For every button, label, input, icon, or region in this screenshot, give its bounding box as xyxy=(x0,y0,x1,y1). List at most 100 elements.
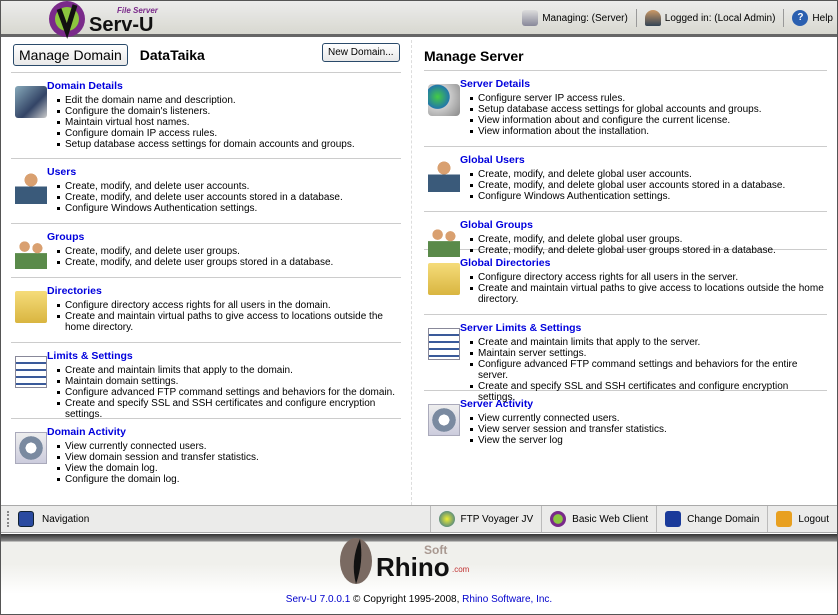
section-title-link[interactable]: Limits & Settings xyxy=(47,350,401,362)
list-item: Create, modify, and delete user accounts… xyxy=(57,181,401,192)
list-item: Configure Windows Authentication setting… xyxy=(470,191,827,202)
serv-u-icon xyxy=(550,511,567,527)
section-title-link[interactable]: Server Details xyxy=(460,78,827,90)
activity-gear-icon[interactable] xyxy=(15,432,47,464)
ftp-voyager-button[interactable]: FTP Voyager JV xyxy=(429,506,542,532)
section-global-users: Global Users Create, modify, and delete … xyxy=(424,146,827,211)
list-item: Create, modify, and delete global user a… xyxy=(470,169,827,180)
company-link[interactable]: Rhino Software, Inc. xyxy=(462,594,552,605)
section-title-link[interactable]: Domain Activity xyxy=(47,426,401,438)
copyright-text: © Copyright 1995-2008, xyxy=(350,594,463,605)
user-icon xyxy=(644,10,661,26)
section-limits-settings: Limits & Settings Create and maintain li… xyxy=(11,342,401,420)
list-item: View domain session and transfer statist… xyxy=(57,452,401,463)
list-item: Maintain virtual host names. xyxy=(57,117,401,128)
activity-gear-icon[interactable] xyxy=(428,404,460,436)
list-item: Configure Windows Authentication setting… xyxy=(57,203,401,214)
bottom-toolbar: Navigation FTP Voyager JV Basic Web Clie… xyxy=(1,505,837,533)
checklist-icon[interactable] xyxy=(15,356,47,388)
manage-server-title: Manage Server xyxy=(424,48,524,64)
svg-text:Serv-U: Serv-U xyxy=(89,14,153,36)
key-icon xyxy=(776,511,793,527)
list-item: View information about the installation. xyxy=(470,126,827,137)
list-item: Create and specify SSL and SSH certifica… xyxy=(57,398,401,420)
manage-domain-button[interactable]: Manage Domain xyxy=(13,44,128,66)
change-domain-button[interactable]: Change Domain xyxy=(656,506,767,532)
group-icon[interactable] xyxy=(15,237,47,269)
section-server-details: Server Details Configure server IP acces… xyxy=(424,70,827,146)
ftp-voyager-label: FTP Voyager JV xyxy=(460,513,534,525)
domain-name: DataTaika xyxy=(139,47,205,63)
section-server-limits-settings: Server Limits & Settings Create and main… xyxy=(424,314,827,403)
logged-in-label: Logged in: (Local Admin) xyxy=(664,12,776,24)
section-title-link[interactable]: Global Groups xyxy=(460,219,827,231)
section-title-link[interactable]: Directories xyxy=(47,285,401,297)
serv-u-logo: File Server Serv-U xyxy=(31,1,181,39)
list-item: Configure the domain's listeners. xyxy=(57,106,401,117)
list-item: View the domain log. xyxy=(57,463,401,474)
list-item: Edit the domain name and description. xyxy=(57,95,401,106)
section-domain-activity: Domain Activity View currently connected… xyxy=(11,418,401,498)
list-item: View the server log xyxy=(470,435,827,446)
list-item: View currently connected users. xyxy=(470,413,827,424)
list-item: Create and specify SSL and SSH certifica… xyxy=(470,381,827,403)
logout-label: Logout xyxy=(798,513,829,525)
group-icon[interactable] xyxy=(428,225,460,257)
section-global-directories: Global Directories Configure directory a… xyxy=(424,249,827,314)
logout-button[interactable]: Logout xyxy=(767,506,837,532)
section-title-link[interactable]: Server Limits & Settings xyxy=(460,322,827,334)
section-title-link[interactable]: Users xyxy=(47,166,401,178)
list-item: Configure the domain log. xyxy=(57,474,401,485)
list-item: Configure advanced FTP command settings … xyxy=(470,359,827,381)
list-item: Maintain domain settings. xyxy=(57,376,401,387)
change-domain-label: Change Domain xyxy=(687,513,760,525)
list-item: Create, modify, and delete user accounts… xyxy=(57,192,401,203)
list-item: Create, modify, and delete global user a… xyxy=(470,180,827,191)
version-link[interactable]: Serv-U 7.0.0.1 xyxy=(286,594,350,605)
section-users: Users Create, modify, and delete user ac… xyxy=(11,158,401,223)
checklist-icon[interactable] xyxy=(428,328,460,360)
list-item: Create and maintain virtual paths to giv… xyxy=(57,311,401,333)
section-title-link[interactable]: Global Directories xyxy=(460,257,827,269)
list-item: Configure directory access rights for al… xyxy=(57,300,401,311)
list-item: Create, modify, and delete user groups. xyxy=(57,246,401,257)
list-item: Create, modify, and delete user groups s… xyxy=(57,257,401,268)
copyright: Serv-U 7.0.0.1 © Copyright 1995-2008, Rh… xyxy=(1,594,837,605)
list-item: Maintain server settings. xyxy=(470,348,827,359)
list-item: Create and maintain limits that apply to… xyxy=(470,337,827,348)
app-header: File Server Serv-U Managing: (Server) Lo… xyxy=(1,1,837,39)
section-domain-details: Domain Details Edit the domain name and … xyxy=(11,72,401,158)
section-title-link[interactable]: Domain Details xyxy=(47,80,401,92)
list-item: Create, modify, and delete global user g… xyxy=(470,234,827,245)
list-item: Configure domain IP access rules. xyxy=(57,128,401,139)
help-icon[interactable]: ? xyxy=(792,10,809,26)
managing-label[interactable]: Managing: (Server) xyxy=(542,13,628,24)
list-item: Setup database access settings for globa… xyxy=(470,104,827,115)
folder-icon[interactable] xyxy=(428,263,460,295)
folder-icon[interactable] xyxy=(15,291,47,323)
list-item: Create, modify, and delete global user g… xyxy=(470,245,827,256)
rhinosoft-logo: Rhino Soft .com xyxy=(334,536,504,586)
user-icon[interactable] xyxy=(428,160,460,192)
list-item: View information about and configure the… xyxy=(470,115,827,126)
navigation-icon[interactable] xyxy=(18,511,34,527)
list-item: Create and maintain virtual paths to giv… xyxy=(470,283,827,305)
section-title-link[interactable]: Global Users xyxy=(460,154,827,166)
manage-server-panel: Manage Server Server Details Configure s… xyxy=(411,40,837,505)
list-item: Configure directory access rights for al… xyxy=(470,272,827,283)
navigation-button[interactable]: Navigation xyxy=(42,514,430,525)
user-icon[interactable] xyxy=(15,172,47,204)
section-title-link[interactable]: Groups xyxy=(47,231,401,243)
server-globe-icon[interactable] xyxy=(428,84,460,116)
basic-web-client-button[interactable]: Basic Web Client xyxy=(541,506,656,532)
new-domain-button[interactable]: New Domain... xyxy=(322,43,400,62)
help-link[interactable]: Help xyxy=(812,13,833,24)
section-global-groups: Global Groups Create, modify, and delete… xyxy=(424,211,827,257)
ftp-voyager-icon xyxy=(438,511,455,527)
list-item: Configure server IP access rules. xyxy=(470,93,827,104)
svg-text:.com: .com xyxy=(452,565,470,574)
server-icon xyxy=(522,10,539,26)
list-item: Configure advanced FTP command settings … xyxy=(57,387,401,398)
manage-domain-panel: Manage Domain DataTaika New Domain... Do… xyxy=(1,40,411,505)
computer-network-icon[interactable] xyxy=(15,86,47,118)
